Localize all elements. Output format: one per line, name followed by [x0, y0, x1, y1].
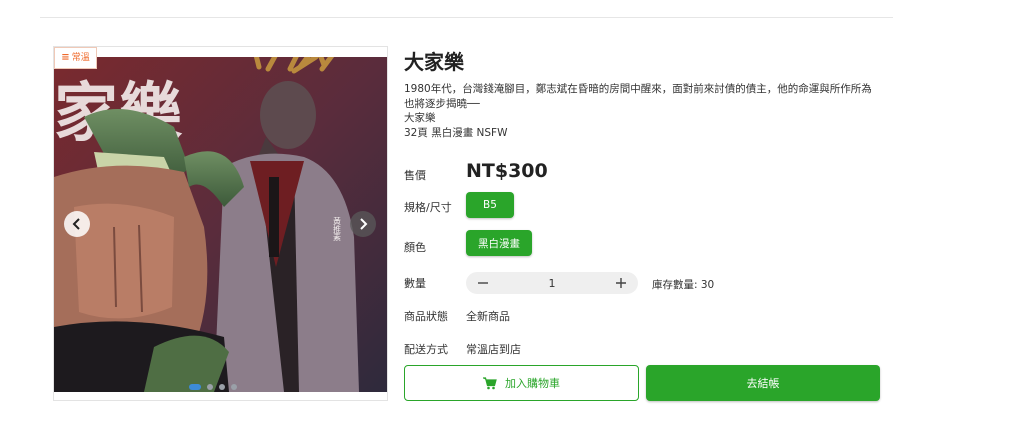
spec-option-b5[interactable]: B5	[466, 192, 514, 218]
stock-count: 庫存數量: 30	[652, 279, 715, 291]
pagination-dot[interactable]	[231, 384, 237, 390]
product-title: 大家樂	[404, 50, 464, 74]
shipping-value: 常溫店到店	[466, 343, 521, 356]
pagination-dot[interactable]	[207, 384, 213, 390]
logo-mark-icon: ≡	[61, 52, 70, 63]
add-to-cart-label: 加入購物車	[505, 377, 560, 390]
description-line: 也將逐步揭曉──	[404, 97, 480, 110]
add-to-cart-button[interactable]: 加入購物車	[404, 365, 639, 401]
condition-value: 全新商品	[466, 310, 510, 323]
seller-logo: ≡ 常溫	[54, 47, 97, 69]
spec-label: 規格/尺寸	[404, 201, 452, 214]
gallery-prev-button[interactable]	[64, 211, 90, 237]
quantity-value[interactable]: 1	[522, 277, 582, 290]
gallery-next-button[interactable]	[350, 211, 376, 237]
top-divider	[40, 17, 893, 18]
minus-icon[interactable]	[476, 276, 490, 290]
price-label: 售價	[404, 169, 426, 182]
checkout-button[interactable]: 去結帳	[646, 365, 880, 401]
artwork-signature: 黃推素	[333, 216, 342, 241]
logo-text: 常溫	[71, 52, 90, 63]
quantity-stepper[interactable]: 1	[466, 272, 638, 294]
description-line: 大家樂	[404, 112, 436, 124]
color-option-bw-manga[interactable]: 黑白漫畫	[466, 230, 532, 256]
shipping-label: 配送方式	[404, 343, 448, 356]
plus-icon[interactable]	[614, 276, 628, 290]
price-value: NT$300	[466, 160, 548, 182]
condition-label: 商品狀態	[404, 310, 448, 323]
color-label: 顏色	[404, 241, 426, 254]
pagination-dot[interactable]	[189, 384, 201, 390]
description-line: 32頁 黑白漫畫 NSFW	[404, 126, 508, 139]
product-gallery[interactable]: ≡ 常溫 家樂	[53, 46, 388, 401]
chevron-left-icon	[72, 218, 80, 230]
product-artwork: 家樂 黃推素	[54, 57, 387, 392]
cart-icon	[483, 376, 497, 389]
description-line: 1980年代，台灣錢淹腳目，鄭志斌在昏暗的房間中醒來，面對前來討債的債主，他的命…	[404, 83, 872, 95]
pagination-dot[interactable]	[219, 384, 225, 390]
gallery-pagination	[189, 384, 237, 390]
quantity-label: 數量	[404, 277, 426, 290]
product-description: 1980年代，台灣錢淹腳目，鄭志斌在昏暗的房間中醒來，面對前來討債的債主，他的命…	[404, 82, 884, 140]
chevron-right-icon	[360, 218, 368, 230]
